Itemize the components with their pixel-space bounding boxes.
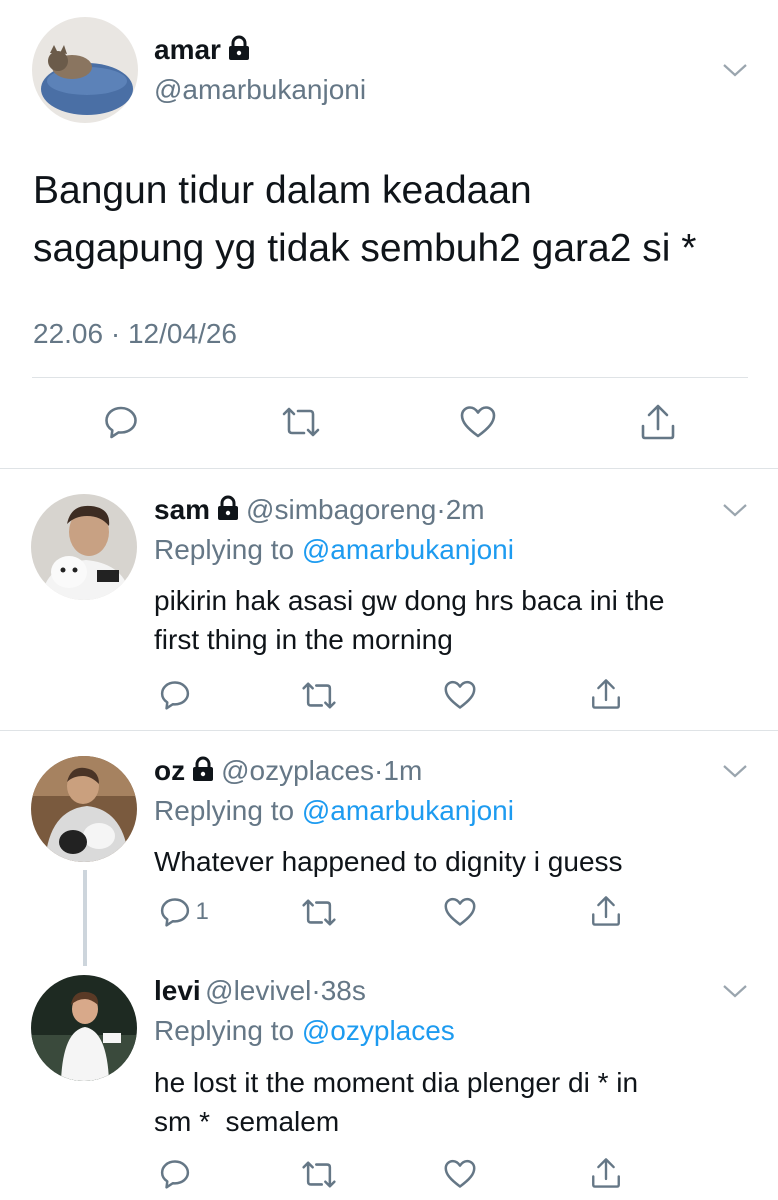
avatar[interactable] xyxy=(31,975,137,1081)
divider xyxy=(0,468,778,469)
replying-to: Replying to @ozyplaces xyxy=(154,1015,455,1046)
retweet-icon[interactable] xyxy=(280,406,322,438)
share-icon[interactable] xyxy=(589,1155,623,1191)
divider xyxy=(0,730,778,731)
retweet-icon[interactable] xyxy=(300,681,338,710)
tweet-text: he lost it the moment dia plenger di * i… xyxy=(154,1067,639,1137)
user-name[interactable]: oz xyxy=(154,755,185,786)
share-icon[interactable] xyxy=(589,893,623,929)
avatar[interactable] xyxy=(31,756,137,862)
divider xyxy=(32,377,748,378)
lock-icon xyxy=(193,756,214,781)
reply-icon[interactable] xyxy=(159,1158,191,1190)
tweet-time: 1m xyxy=(383,755,423,786)
avatar[interactable] xyxy=(31,494,137,600)
thread-line xyxy=(83,870,87,966)
reply-icon xyxy=(160,898,190,927)
user-handle[interactable]: @levivel xyxy=(205,975,311,1006)
share-icon[interactable] xyxy=(638,402,678,442)
retweet-icon[interactable] xyxy=(300,1160,338,1189)
like-icon[interactable] xyxy=(459,404,497,440)
reply-icon[interactable] xyxy=(159,679,191,711)
replying-to: Replying to @amarbukanjoni xyxy=(154,795,514,826)
tweet-text: Bangun tidur dalam keadaan sagapung yg t… xyxy=(33,169,697,270)
chevron-down-icon[interactable] xyxy=(722,763,748,779)
like-icon[interactable] xyxy=(443,1158,477,1190)
tweet-time: 38s xyxy=(320,975,366,1006)
reply-icon[interactable] xyxy=(103,404,139,440)
reply-button[interactable]: 1 xyxy=(159,896,209,930)
user-name[interactable]: levi xyxy=(154,975,201,1006)
lock-icon xyxy=(218,495,239,520)
retweet-icon[interactable] xyxy=(300,898,338,927)
tweet-timestamp: 22.06 · 12/04/26 xyxy=(33,318,237,349)
chevron-down-icon[interactable] xyxy=(722,502,748,518)
user-name[interactable]: sam xyxy=(154,494,210,525)
reply-count: 1 xyxy=(195,898,209,925)
lock-icon xyxy=(228,35,249,60)
user-handle[interactable]: @simbagoreng xyxy=(246,494,436,525)
tweet-time: 2m xyxy=(445,494,485,525)
replying-to: Replying to @amarbukanjoni xyxy=(154,534,514,565)
user-handle[interactable]: @ozyplaces xyxy=(221,755,374,786)
share-icon[interactable] xyxy=(589,676,623,712)
tweet-text: pikirin hak asasi gw dong hrs baca ini t… xyxy=(154,585,665,655)
user-name[interactable]: amar xyxy=(154,34,221,65)
tweet-text: Whatever happened to dignity i guess xyxy=(154,846,623,877)
user-handle[interactable]: @amarbukanjoni xyxy=(154,74,366,106)
like-icon[interactable] xyxy=(443,679,477,711)
avatar[interactable] xyxy=(32,17,138,123)
like-icon[interactable] xyxy=(443,896,477,928)
chevron-down-icon[interactable] xyxy=(722,983,748,999)
chevron-down-icon[interactable] xyxy=(722,62,748,78)
